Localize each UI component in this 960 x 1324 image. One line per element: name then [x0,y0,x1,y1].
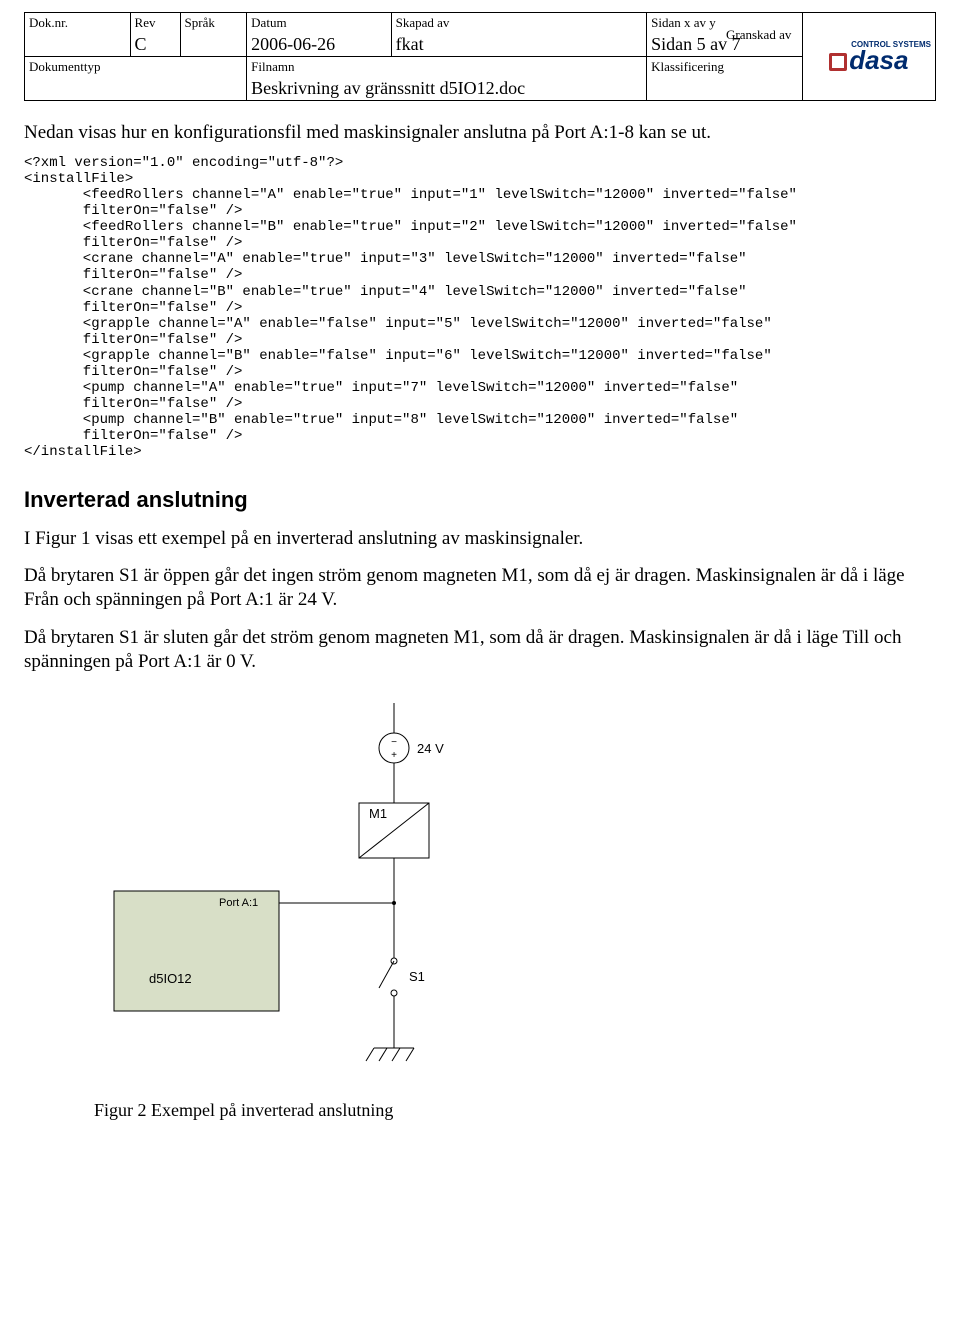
paragraph-3: Då brytaren S1 är sluten går det ström g… [24,626,936,674]
magnet-label: M1 [369,806,387,821]
switch-label: S1 [409,969,425,984]
company-logo: dasa [829,45,908,75]
svg-text:−: − [391,737,397,748]
port-label: Port A:1 [219,897,258,909]
label-rev: Rev [130,13,180,34]
label-doknr: Dok.nr. [25,13,131,34]
paragraph-2: Då brytaren S1 är öppen går det ingen st… [24,564,936,612]
device-label: d5IO12 [149,971,192,986]
xml-config-block: <?xml version="1.0" encoding="utf-8"?> <… [24,155,936,461]
label-sprak: Språk [180,13,247,34]
svg-text:+: + [391,750,397,761]
circuit-svg: − + 24 V M1 Port A:1 d5IO12 S1 [94,703,594,1083]
paragraph-1: I Figur 1 visas ett exempel på en invert… [24,527,936,551]
logo-text: dasa [849,45,908,75]
circuit-diagram: − + 24 V M1 Port A:1 d5IO12 S1 [94,703,936,1088]
intro-paragraph: Nedan visas hur en konfigurationsfil med… [24,121,936,145]
logo-icon [829,53,847,71]
label-skapad: Skapad av [391,13,647,34]
section-heading: Inverterad anslutning [24,487,936,513]
figure-caption: Figur 2 Exempel på inverterad anslutning [94,1100,936,1121]
voltage-label: 24 V [417,741,444,756]
label-sidan: Sidan x av y [647,13,803,34]
label-datum: Datum [247,13,391,34]
